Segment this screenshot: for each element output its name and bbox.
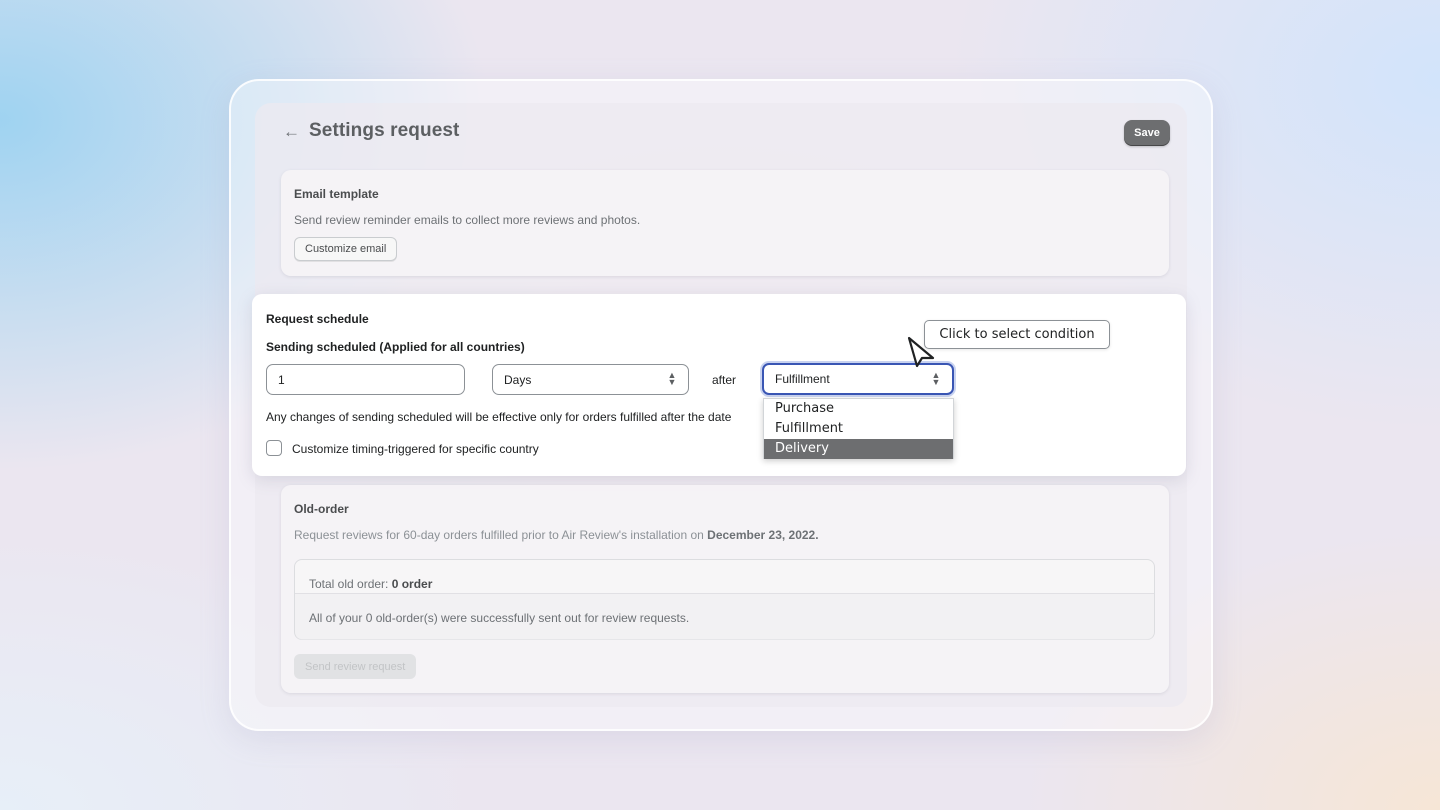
option-fulfillment[interactable]: Fulfillment (764, 419, 953, 439)
unit-select[interactable]: Days ▲ ▼ (492, 364, 689, 395)
page-title: Settings request (309, 120, 460, 141)
sending-scheduled-label: Sending scheduled (Applied for all count… (266, 340, 525, 354)
total-old-order: Total old order: 0 order (309, 577, 433, 591)
old-order-title: Old-order (294, 502, 349, 516)
amount-value: 1 (278, 372, 285, 387)
select-chevrons-icon: ▲ ▼ (667, 370, 677, 387)
customize-country-checkbox[interactable] (266, 440, 282, 456)
page-header: ← Settings request (283, 120, 459, 142)
select-chevrons-icon: ▲ ▼ (931, 370, 941, 387)
customize-country-label[interactable]: Customize timing-triggered for specific … (292, 442, 539, 456)
condition-dropdown: Purchase Fulfillment Delivery (763, 398, 954, 459)
back-arrow-icon[interactable]: ← (283, 123, 301, 140)
request-schedule-title: Request schedule (266, 312, 369, 326)
old-order-summary (294, 559, 1155, 640)
after-label: after (712, 373, 737, 387)
unit-value: Days (504, 372, 532, 387)
schedule-notice: Any changes of sending scheduled will be… (266, 410, 732, 424)
option-purchase[interactable]: Purchase (764, 399, 953, 419)
customize-email-button[interactable]: Customize email (294, 237, 398, 261)
condition-value: Fulfillment (775, 372, 830, 386)
email-template-description: Send review reminder emails to collect m… (294, 213, 641, 227)
pointer-cursor-icon (907, 336, 935, 368)
condition-tooltip: Click to select condition (924, 320, 1110, 349)
total-old-order-value: 0 order (391, 577, 433, 591)
old-order-status: All of your 0 old-order(s) were successf… (309, 611, 690, 625)
option-delivery[interactable]: Delivery (764, 439, 953, 459)
save-button[interactable]: Save (1124, 120, 1170, 146)
email-template-title: Email template (294, 187, 379, 201)
send-review-request-button[interactable]: Send review request (294, 654, 417, 679)
old-order-description: Request reviews for 60-day orders fulfil… (294, 528, 819, 542)
amount-input[interactable]: 1 (266, 364, 465, 395)
install-date: December 23, 2022. (707, 528, 819, 542)
